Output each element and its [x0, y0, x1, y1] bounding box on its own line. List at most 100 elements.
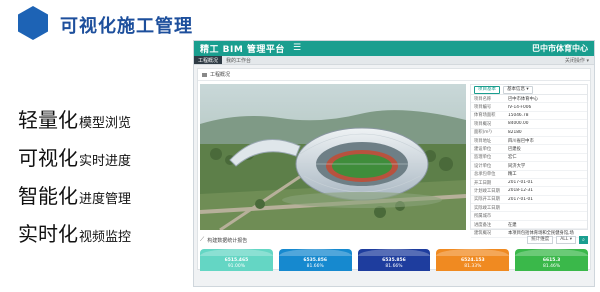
- feature-desc: 视频监控: [79, 230, 132, 245]
- info-value: 在建: [508, 222, 517, 228]
- tab-my-workbench[interactable]: 我的工作台: [222, 56, 255, 64]
- feature-item: 轻量化 模型浏览: [18, 104, 131, 142]
- stat-card[interactable]: 6535.856 81.66%: [357, 249, 431, 271]
- stat-percent: 91.00%: [227, 263, 245, 269]
- panel-header: 工程概况: [198, 69, 590, 81]
- info-key: 面积(m²): [474, 130, 492, 136]
- info-row: 项目编号 IV-14-F006: [471, 103, 587, 112]
- overview-panel: 工程概况 项目基本 基本信息 ▾ 项目名称 巴中市体育中心 项目编号 IV-14…: [197, 68, 591, 271]
- feature-desc: 模型浏览: [79, 116, 132, 131]
- feature-list: 轻量化 模型浏览 可视化 实时进度 智能化 进度管理 实时化 视频监控: [18, 104, 131, 256]
- feature-item: 实时化 视频监控: [18, 218, 131, 256]
- stats-dimension-select[interactable]: 统计维度: [527, 236, 554, 244]
- info-value: 宏仁: [508, 155, 517, 161]
- top-bar: 精工 BIM 管理平台 ☰ 巴中市体育中心: [194, 41, 594, 56]
- feature-keyword: 智能化: [18, 184, 78, 208]
- info-tabs: 项目基本 基本信息 ▾: [471, 85, 587, 95]
- info-row: 设计单位 同济大学: [471, 162, 587, 171]
- info-row: 监理单位 宏仁: [471, 154, 587, 163]
- info-row: 项目概况 84000.00: [471, 120, 587, 129]
- stat-percent: 81.46%: [543, 263, 561, 269]
- info-tab-basic-info[interactable]: 基本信息 ▾: [503, 85, 533, 94]
- info-key: 监理单位: [474, 155, 492, 161]
- tab-bar: 工程概况 我的工作台 关闭操作 ▾: [194, 56, 594, 65]
- info-key: 总承包单位: [474, 172, 496, 178]
- stats-filter-select[interactable]: ALL ▾: [556, 236, 576, 244]
- info-row: 实际竣工日期: [471, 204, 587, 213]
- info-value: 84000.00: [508, 121, 529, 127]
- info-row: 项目地址 四川省巴中市: [471, 137, 587, 146]
- stadium-render-image: [200, 84, 466, 230]
- info-value: 四川省巴中市: [508, 138, 534, 144]
- info-value: 2017-01-01: [508, 196, 533, 202]
- info-row: 建设单位 巴建投: [471, 145, 587, 154]
- stat-card[interactable]: 6615.3 81.46%: [515, 249, 588, 271]
- stat-card[interactable]: 6524.153 81.33%: [436, 249, 510, 271]
- info-tab-project-basic[interactable]: 项目基本: [474, 85, 500, 94]
- info-key: 项目编号: [474, 105, 492, 111]
- feature-keyword: 轻量化: [18, 108, 78, 132]
- panel-title: 工程概况: [210, 72, 231, 78]
- search-icon: ⌕: [582, 237, 585, 243]
- slide-title: 可视化施工管理: [60, 16, 193, 37]
- info-key: 实际开工日期: [474, 197, 500, 203]
- project-name[interactable]: 巴中市体育中心: [532, 43, 588, 54]
- stat-card[interactable]: 6535.856 81.66%: [278, 249, 352, 271]
- feature-keyword: 可视化: [18, 146, 78, 170]
- info-row: 体育场面积 15046.78: [471, 112, 587, 121]
- project-info-panel: 项目基本 基本信息 ▾ 项目名称 巴中市体育中心 项目编号 IV-14-F006 体…: [470, 84, 588, 238]
- info-row: 进度备注 在建: [471, 221, 587, 230]
- stadium-model-view[interactable]: [200, 84, 466, 230]
- info-key: 实际竣工日期: [474, 205, 500, 211]
- info-value: IV-14-F006: [508, 104, 532, 110]
- info-key: 项目名称: [474, 96, 492, 102]
- info-row: 实际开工日期 2017-01-01: [471, 196, 587, 205]
- hexagon-icon: [18, 6, 48, 40]
- info-key: 建设单位: [474, 147, 492, 153]
- info-key: 项目概况: [474, 121, 492, 127]
- info-row: 总承包单位 精工: [471, 171, 587, 179]
- feature-desc: 进度管理: [79, 192, 132, 207]
- panel-icon: [202, 72, 207, 77]
- info-value: 2018-12-31: [508, 188, 533, 194]
- stat-percent: 81.66%: [385, 263, 403, 269]
- info-key: 开工日期: [474, 180, 492, 186]
- stat-card[interactable]: 6515.465 91.00%: [200, 249, 273, 271]
- feature-item: 可视化 实时进度: [18, 142, 131, 180]
- info-value: 82180: [508, 129, 522, 135]
- info-row: 开工日期 2017-01-01: [471, 179, 587, 188]
- app-window: 精工 BIM 管理平台 ☰ 巴中市体育中心 工程概况 我的工作台 关闭操作 ▾ …: [193, 40, 595, 287]
- info-value: 15046.78: [508, 112, 529, 118]
- info-row: 面积(m²) 82180: [471, 129, 587, 137]
- info-value: 精工: [508, 172, 517, 178]
- stat-percent: 81.66%: [306, 263, 324, 269]
- tab-project-overview[interactable]: 工程概况: [194, 56, 223, 64]
- stats-title: 构建数据统计报告: [207, 237, 248, 244]
- info-row: 项目名称 巴中市体育中心: [471, 95, 587, 104]
- info-key: 所属城市: [474, 214, 492, 220]
- info-row: 计划竣工日期 2018-12-31: [471, 187, 587, 196]
- slide: 可视化施工管理 轻量化 模型浏览 可视化 实时进度 智能化 进度管理 实时化 视频监控 …: [0, 0, 600, 292]
- info-key: 计划竣工日期: [474, 188, 500, 194]
- stats-header: ⟋ 构建数据统计报告 统计维度 ALL ▾ ⌕: [200, 234, 588, 246]
- line-chart-icon: ⟋: [200, 236, 205, 243]
- app-brand: 精工 BIM 管理平台: [200, 45, 285, 55]
- info-row: 所属城市: [471, 212, 587, 221]
- search-button[interactable]: ⌕: [579, 236, 588, 244]
- stats-cards: 6515.465 91.00% 6535.856 81.66% 6535.856…: [200, 249, 588, 271]
- info-value: 2017-01-01: [508, 180, 533, 186]
- menu-icon[interactable]: ☰: [293, 44, 301, 53]
- feature-keyword: 实时化: [18, 222, 78, 246]
- info-key: 设计单位: [474, 163, 492, 169]
- info-value: 巴建投: [508, 147, 521, 153]
- stat-percent: 81.33%: [464, 263, 482, 269]
- feature-desc: 实时进度: [79, 154, 132, 169]
- info-value: 巴中市体育中心: [508, 96, 539, 102]
- close-operations-dropdown[interactable]: 关闭操作 ▾: [560, 56, 594, 64]
- info-key: 项目地址: [474, 138, 492, 144]
- info-key: 进度备注: [474, 222, 492, 228]
- feature-item: 智能化 进度管理: [18, 180, 131, 218]
- stats-tools: 统计维度 ALL ▾ ⌕: [527, 236, 588, 244]
- info-key: 体育场面积: [474, 113, 496, 119]
- info-value: 同济大学: [508, 163, 526, 169]
